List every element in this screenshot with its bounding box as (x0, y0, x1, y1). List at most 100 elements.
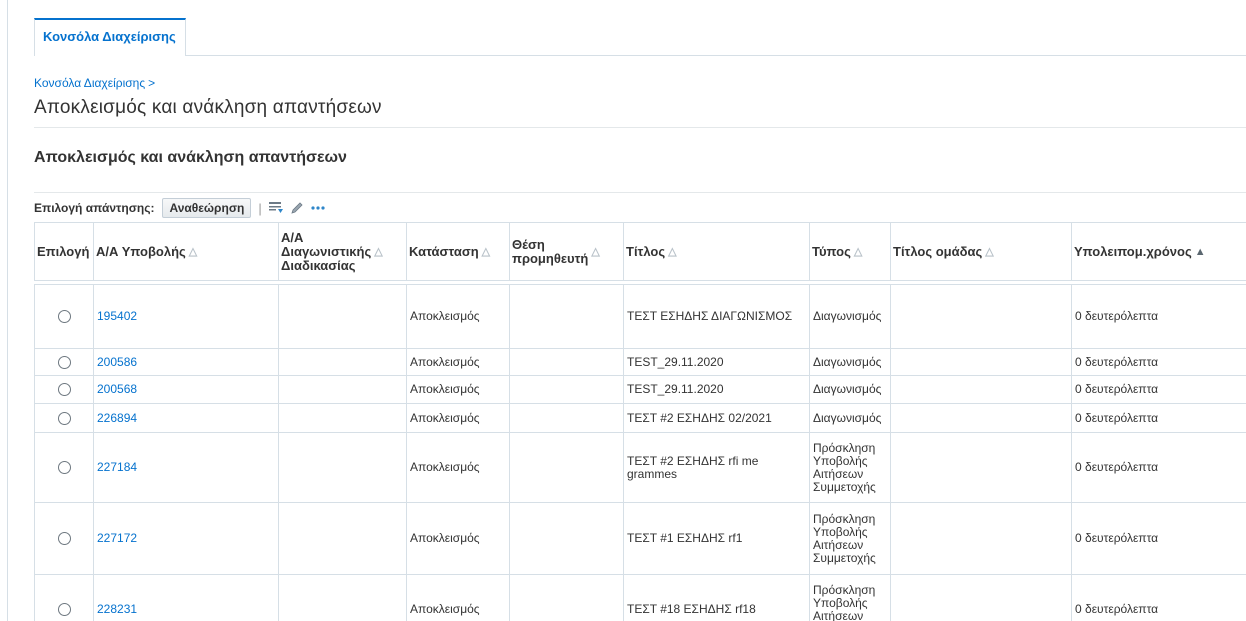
page-title: Αποκλεισμός και ανάκληση απαντήσεων (34, 97, 382, 118)
row-radio[interactable] (57, 532, 71, 546)
row-select-cell (34, 574, 94, 621)
sort-asc-icon[interactable]: △ (591, 245, 599, 259)
auction-cell (278, 348, 407, 376)
remaining-cell: 0 δευτερόλεπτα (1071, 502, 1246, 575)
submission-cell: 200586 (93, 348, 279, 376)
table-row: 227184 Αποκλεισμός ΤΕΣΤ #2 ΕΣΗΔΗΣ rfi me… (34, 432, 1246, 503)
row-select-cell (34, 375, 94, 404)
position-cell (509, 348, 624, 376)
table-row: 200586 Αποκλεισμός TEST_29.11.2020 Διαγω… (34, 348, 1246, 376)
title-cell: TEST_29.11.2020 (623, 375, 810, 404)
table-row: 226894 Αποκλεισμός ΤΕΣΤ #2 ΕΣΗΔΗΣ 02/202… (34, 403, 1246, 433)
sort-asc-icon[interactable]: △ (985, 245, 993, 259)
title-cell: ΤΕΣΤ #2 ΕΣΗΔΗΣ rfi me grammes (623, 432, 810, 503)
position-cell (509, 574, 624, 621)
col-group-header[interactable]: Τίτλος ομάδας △ (890, 222, 1072, 281)
tab-bar: Κονσόλα Διαχείρισης (34, 18, 1246, 56)
edit-icon[interactable] (289, 200, 305, 216)
sort-desc-active-icon[interactable]: ▲ (1195, 245, 1206, 259)
divider (34, 192, 1246, 193)
submission-cell: 200568 (93, 375, 279, 404)
group-cell (890, 502, 1072, 575)
submission-link[interactable]: 200568 (97, 382, 137, 396)
row-select-cell (34, 348, 94, 376)
more-icon[interactable] (310, 200, 326, 216)
group-cell (890, 574, 1072, 621)
submission-link[interactable]: 227172 (97, 531, 137, 545)
position-cell (509, 284, 624, 349)
type-cell: Διαγωνισμός (809, 284, 891, 349)
type-cell: Πρόσκληση Υποβολής Αιτήσεων Συμμετοχής (809, 432, 891, 503)
row-radio[interactable] (57, 355, 71, 369)
export-icon[interactable] (268, 200, 284, 216)
submission-link[interactable]: 227184 (97, 460, 137, 474)
title-cell: ΤΕΣΤ #2 ΕΣΗΔΗΣ 02/2021 (623, 403, 810, 433)
title-cell: ΤΕΣΤ #1 ΕΣΗΔΗΣ rf1 (623, 502, 810, 575)
col-submission-header[interactable]: Α/Α Υποβολής △ (93, 222, 279, 281)
status-cell: Αποκλεισμός (406, 375, 510, 404)
table-row: 195402 Αποκλεισμός ΤΕΣΤ ΕΣΗΔΗΣ ΔΙΑΓΩΝΙΣΜ… (34, 284, 1246, 349)
tab-admin-console[interactable]: Κονσόλα Διαχείρισης (34, 18, 186, 56)
row-radio[interactable] (57, 411, 71, 425)
table-row: 228231 Αποκλεισμός ΤΕΣΤ #18 ΕΣΗΔΗΣ rf18 … (34, 574, 1246, 621)
submission-cell: 195402 (93, 284, 279, 349)
remaining-cell: 0 δευτερόλεπτα (1071, 574, 1246, 621)
row-radio[interactable] (57, 383, 71, 397)
group-cell (890, 432, 1072, 503)
auction-cell (278, 403, 407, 433)
remaining-cell: 0 δευτερόλεπτα (1071, 403, 1246, 433)
submission-link[interactable]: 226894 (97, 411, 137, 425)
remaining-cell: 0 δευτερόλεπτα (1071, 284, 1246, 349)
breadcrumb-link[interactable]: Κονσόλα Διαχείρισης (34, 76, 145, 90)
table-row: 227172 Αποκλεισμός ΤΕΣΤ #1 ΕΣΗΔΗΣ rf1 Πρ… (34, 502, 1246, 575)
row-select-cell (34, 432, 94, 503)
auction-cell (278, 432, 407, 503)
col-auction-header[interactable]: Α/Α Διαγωνιστικής Διαδικασίας △ (278, 222, 407, 281)
left-rail (0, 0, 8, 621)
divider (34, 127, 1246, 128)
sort-asc-icon[interactable]: △ (189, 245, 197, 259)
remaining-cell: 0 δευτερόλεπτα (1071, 375, 1246, 404)
remaining-cell: 0 δευτερόλεπτα (1071, 432, 1246, 503)
status-cell: Αποκλεισμός (406, 502, 510, 575)
remaining-cell: 0 δευτερόλεπτα (1071, 348, 1246, 376)
group-cell (890, 375, 1072, 404)
row-radio[interactable] (57, 461, 71, 475)
type-cell: Διαγωνισμός (809, 375, 891, 404)
col-remaining-header[interactable]: Υπολειπομ.χρόνος ▲ (1071, 222, 1246, 281)
auction-cell (278, 574, 407, 621)
row-select-cell (34, 284, 94, 349)
row-select-cell (34, 403, 94, 433)
sort-asc-icon[interactable]: △ (854, 245, 862, 259)
position-cell (509, 403, 624, 433)
group-cell (890, 403, 1072, 433)
sort-asc-icon[interactable]: △ (668, 245, 676, 259)
status-cell: Αποκλεισμός (406, 432, 510, 503)
section-title: Αποκλεισμός και ανάκληση απαντήσεων (34, 149, 347, 166)
group-cell (890, 284, 1072, 349)
review-button[interactable]: Αναθεώρηση (162, 198, 252, 218)
submission-link[interactable]: 195402 (97, 309, 137, 323)
table-toolbar: Επιλογή απάντησης: Αναθεώρηση | (34, 197, 331, 219)
row-radio[interactable] (57, 310, 71, 324)
auction-cell (278, 502, 407, 575)
row-radio[interactable] (57, 603, 71, 617)
title-cell: ΤΕΣΤ #18 ΕΣΗΔΗΣ rf18 (623, 574, 810, 621)
col-title-header[interactable]: Τίτλος △ (623, 222, 810, 281)
row-select-cell (34, 502, 94, 575)
position-cell (509, 432, 624, 503)
col-type-header[interactable]: Τύπος △ (809, 222, 891, 281)
submission-cell: 226894 (93, 403, 279, 433)
col-select-header: Επιλογή (34, 222, 94, 281)
col-status-header[interactable]: Κατάσταση △ (406, 222, 510, 281)
position-cell (509, 375, 624, 404)
col-position-header[interactable]: Θέση προμηθευτή △ (509, 222, 624, 281)
submission-link[interactable]: 200586 (97, 355, 137, 369)
submission-cell: 228231 (93, 574, 279, 621)
type-cell: Διαγωνισμός (809, 348, 891, 376)
breadcrumb: Κονσόλα Διαχείρισης > (34, 76, 155, 90)
sort-asc-icon[interactable]: △ (482, 245, 490, 259)
submission-link[interactable]: 228231 (97, 602, 137, 616)
sort-asc-icon[interactable]: △ (374, 245, 382, 259)
auction-cell (278, 284, 407, 349)
